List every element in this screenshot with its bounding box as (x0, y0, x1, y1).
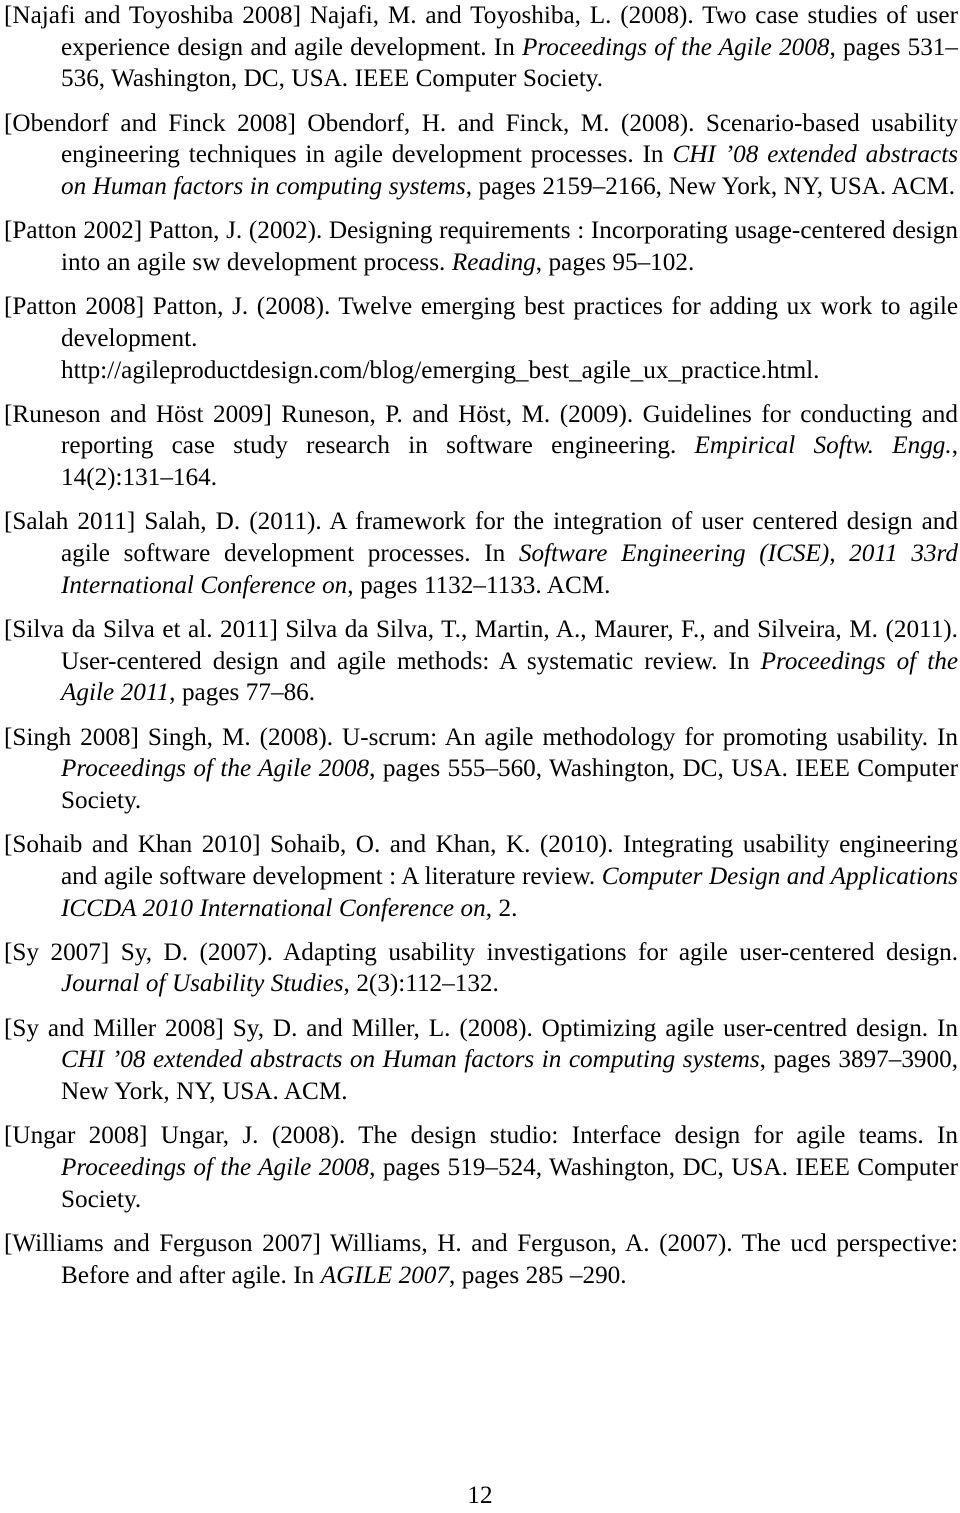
reference-entry: [Silva da Silva et al. 2011] Silva da Si… (4, 614, 958, 709)
reference-citation-key: [Sy and Miller 2008] (4, 1014, 224, 1042)
reference-entry: [Sy 2007] Sy, D. (2007). Adapting usabil… (4, 937, 958, 1000)
reference-entry: [Singh 2008] Singh, M. (2008). U-scrum: … (4, 722, 958, 817)
reference-text: , 2(3):112–132. (343, 970, 499, 998)
reference-citation-key: [Obendorf and Finck 2008] (4, 109, 296, 137)
reference-title-italic: Proceedings of the Agile 2008 (61, 1154, 370, 1181)
reference-entry: [Salah 2011] Salah, D. (2011). A framewo… (4, 506, 958, 601)
reference-list: [Najafi and Toyoshiba 2008] Najafi, M. a… (4, 0, 958, 1291)
page-number: 12 (467, 1482, 493, 1509)
reference-entry: [Runeson and Höst 2009] Runeson, P. and … (4, 399, 958, 494)
reference-citation-key: [Sy 2007] (4, 938, 110, 966)
reference-citation-key: [Sohaib and Khan 2010] (4, 831, 261, 859)
reference-citation-key: [Silva da Silva et al. 2011] (4, 615, 278, 643)
document-page: [Najafi and Toyoshiba 2008] Najafi, M. a… (0, 0, 960, 1513)
reference-citation-key: [Patton 2002] (4, 217, 143, 245)
reference-citation-key: [Singh 2008] (4, 723, 139, 751)
reference-citation-key: [Runeson and Höst 2009] (4, 400, 272, 428)
reference-title-italic: Empirical Softw. Engg. (694, 432, 952, 460)
reference-title-italic: AGILE 2007 (320, 1261, 449, 1289)
reference-entry: [Sy and Miller 2008] Sy, D. and Miller, … (4, 1013, 958, 1108)
reference-text: Patton, J. (2008). Twelve emerging best … (61, 293, 958, 384)
reference-citation-key: [Ungar 2008] (4, 1122, 148, 1150)
reference-text: Sy, D. (2007). Adapting usability invest… (109, 938, 959, 966)
reference-entry: [Patton 2008] Patton, J. (2008). Twelve … (4, 291, 958, 386)
reference-title-italic: Reading (451, 248, 536, 276)
reference-text: , pages 2159–2166, New York, NY, USA. AC… (465, 173, 956, 201)
reference-text: , pages 77–86. (169, 679, 316, 707)
reference-text: , pages 285 –290. (448, 1261, 627, 1289)
reference-entry: [Williams and Ferguson 2007] Williams, H… (4, 1228, 958, 1291)
reference-title-italic: Proceedings of the Agile 2008 (61, 755, 370, 783)
reference-text: Ungar, J. (2008). The design studio: Int… (147, 1122, 958, 1150)
reference-entry: [Najafi and Toyoshiba 2008] Najafi, M. a… (4, 0, 958, 95)
reference-entry: [Obendorf and Finck 2008] Obendorf, H. a… (4, 108, 958, 203)
reference-title-italic: Proceedings of the Agile 2008 (522, 33, 830, 61)
reference-text: , 2. (485, 894, 518, 922)
reference-text: Sy, D. and Miller, L. (2008). Optimizing… (223, 1014, 958, 1042)
reference-text: Singh, M. (2008). U-scrum: An agile meth… (138, 723, 958, 751)
reference-citation-key: [Najafi and Toyoshiba 2008] (4, 2, 302, 29)
reference-entry: [Ungar 2008] Ungar, J. (2008). The desig… (4, 1120, 958, 1215)
reference-citation-key: [Salah 2011] (4, 508, 136, 536)
reference-citation-key: [Patton 2008] (4, 293, 145, 321)
reference-text: , pages 95–102. (535, 248, 695, 276)
reference-entry: [Patton 2002] Patton, J. (2002). Designi… (4, 215, 958, 278)
reference-title-italic: Journal of Usability Studies (61, 970, 344, 998)
reference-citation-key: [Williams and Ferguson 2007] (4, 1229, 321, 1257)
reference-entry: [Sohaib and Khan 2010] Sohaib, O. and Kh… (4, 829, 958, 924)
reference-title-italic: CHI ’08 extended abstracts on Human fact… (61, 1046, 760, 1074)
reference-text: , pages 1132–1133. ACM. (347, 571, 611, 599)
